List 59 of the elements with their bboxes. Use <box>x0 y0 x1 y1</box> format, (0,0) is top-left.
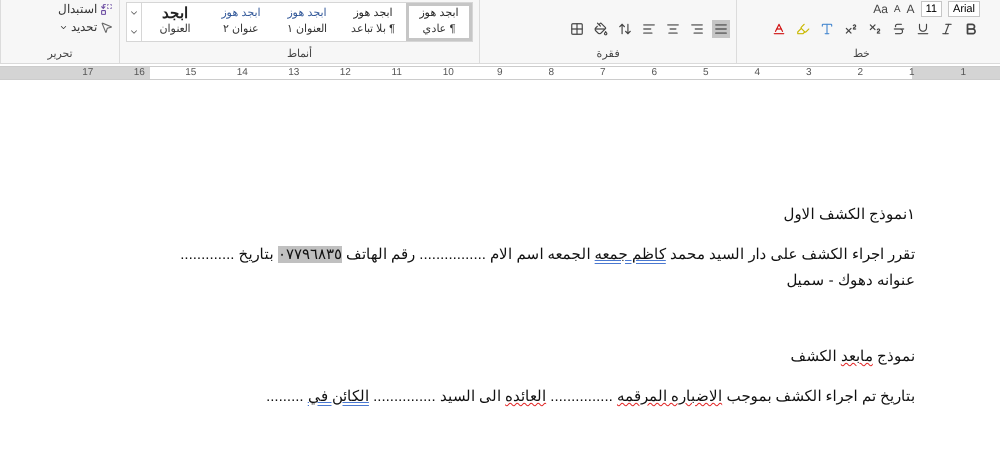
ruler-number: 10 <box>442 67 455 79</box>
replace-button[interactable]: استبدال <box>7 2 113 16</box>
replace-icon <box>100 2 113 16</box>
align-center-icon <box>666 22 680 36</box>
ruler-number: 1 <box>959 67 968 79</box>
justify-icon <box>714 22 728 36</box>
justify-button[interactable] <box>712 20 730 38</box>
ruler-number: 6 <box>650 67 658 79</box>
ruler-number: 4 <box>753 67 762 79</box>
shading-icon <box>594 22 608 36</box>
select-button[interactable]: تحديد <box>7 20 113 34</box>
group-label: تحرير <box>46 47 74 62</box>
group-label: أنماط <box>286 47 313 62</box>
align-right-icon <box>690 22 704 36</box>
style-item[interactable]: ابجد هوز عنوان ٢ <box>208 3 274 41</box>
text-effects-icon <box>820 22 834 36</box>
grow-font-button[interactable]: A <box>906 2 915 16</box>
font-color-icon <box>772 22 786 36</box>
ruler-number: 15 <box>184 67 198 79</box>
bold-icon <box>964 22 978 36</box>
ruler-number: 17 <box>81 67 94 79</box>
style-item[interactable]: ابجد هوز ¶ بلا تباعد <box>340 3 406 41</box>
line-spacing-icon <box>618 22 632 36</box>
ruler-number: 2 <box>856 67 864 79</box>
ruler-number: 12 <box>338 67 352 79</box>
change-case-button[interactable]: Aa <box>873 2 888 16</box>
shrink-font-button[interactable]: A <box>894 4 901 14</box>
style-item[interactable]: ابجد العنوان <box>142 3 208 41</box>
ruler-number: 11 <box>390 67 403 79</box>
paragraph-text: تقرر اجراء الكشف على دار السيد محمد كاظم جمعه الجمعه اسم الام ................ رقم الهاتف ٠٧٧٩٦٨٣٥ بتاريخ ............. عنوانه دهوك - سميل <box>179 245 915 291</box>
heading-text: ١نموذج الكشف الاول <box>782 205 915 225</box>
cursor-icon <box>100 20 113 34</box>
borders-icon <box>570 22 584 36</box>
ruler-number: 9 <box>496 67 504 79</box>
underline-icon <box>916 22 930 36</box>
font-name-field[interactable]: Arial <box>948 1 980 17</box>
strikethrough-icon <box>892 22 906 36</box>
ruler-number: 5 <box>702 67 710 79</box>
ruler-number: 14 <box>236 67 249 79</box>
subscript-icon <box>868 22 882 36</box>
highlight-icon <box>796 22 810 36</box>
ruler-number: 3 <box>804 67 813 79</box>
align-left-icon <box>642 22 656 36</box>
style-item[interactable]: ابجد هوز العنوان ١ <box>274 3 340 41</box>
heading-text: نموذج مابعد الكشف <box>790 347 915 367</box>
style-item[interactable]: ابجد هوز ¶ عادي <box>406 3 472 41</box>
ruler-number: 13 <box>287 67 300 79</box>
italic-icon <box>940 22 954 36</box>
ruler-number: 1 <box>908 67 916 79</box>
group-label: خط <box>852 47 871 62</box>
borders-button[interactable] <box>568 20 586 38</box>
superscript-icon <box>844 22 858 36</box>
ruler-number: 7 <box>598 67 607 79</box>
ruler-number: 8 <box>547 67 556 79</box>
font-size-field[interactable]: 11 <box>920 1 942 17</box>
paragraph-text: بتاريخ تم اجراء الكشف بموجب الاضباره المرقمه ............... العائده الى السيد ............... الكائن في ......... <box>265 387 915 407</box>
shading-button[interactable] <box>592 20 610 38</box>
ruler-number: 16 <box>132 67 146 79</box>
group-label: فقرة <box>596 47 620 62</box>
